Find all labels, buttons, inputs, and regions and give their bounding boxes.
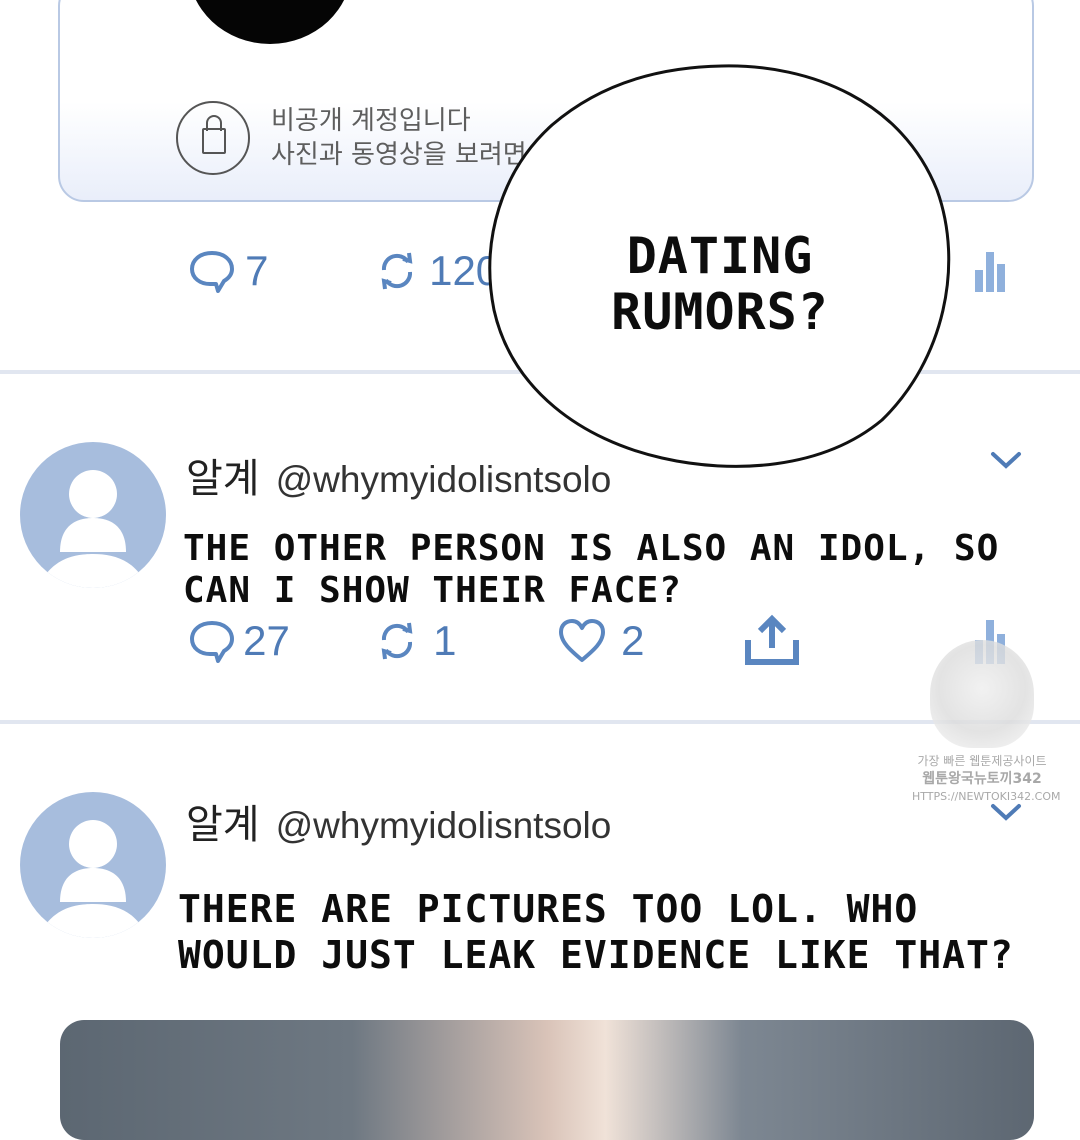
watermark-line3: HTTPS://NEWTOKI342.COM — [912, 790, 1061, 803]
watermark-mascot — [930, 640, 1034, 748]
reply-count: 7 — [245, 247, 269, 294]
bubble-line1: DATING — [626, 227, 814, 285]
tweet-divider — [0, 720, 1080, 724]
speech-bubble-text: DATING RUMORS? — [585, 228, 855, 340]
like-icon — [559, 619, 605, 662]
display-name: 알계 — [186, 802, 260, 848]
tweet-text-line2: WOULD JUST LEAK EVIDENCE LIKE THAT? — [178, 933, 1014, 977]
bubble-line2: RUMORS? — [611, 283, 829, 341]
share-icon — [745, 614, 799, 665]
tweet-author[interactable]: 알계 @whymyidolisntsolo — [186, 802, 611, 849]
tweet-text-line2: CAN I SHOW THEIR FACE? — [183, 570, 682, 611]
like-button[interactable]: 2 — [556, 616, 644, 666]
reply-button[interactable]: 27 — [188, 618, 290, 664]
retweet-icon — [381, 622, 413, 660]
reply-count: 27 — [243, 617, 290, 664]
watermark-line1: 가장 빠른 웹툰제공사이트 — [917, 754, 1047, 768]
avatar[interactable] — [20, 792, 166, 938]
lock-body — [202, 128, 226, 154]
watermark-line2: 웹툰왕국뉴토끼342 — [922, 771, 1042, 787]
tweet-text: THE OTHER PERSON IS ALSO AN IDOL, SO CAN… — [183, 528, 999, 612]
user-handle: @whymyidolisntsolo — [275, 805, 612, 846]
retweet-button[interactable]: 120 — [374, 248, 499, 294]
tweet-author[interactable]: 알계 @whymyidolisntsolo — [186, 456, 611, 503]
avatar[interactable] — [20, 442, 166, 588]
chevron-down-icon — [991, 452, 1021, 469]
analytics-icon[interactable] — [975, 248, 1005, 292]
share-button[interactable] — [744, 614, 800, 670]
tweet-text-line1: THERE ARE PICTURES TOO LOL. WHO — [178, 887, 919, 931]
tweet-text: THERE ARE PICTURES TOO LOL. WHO WOULD JU… — [178, 886, 1014, 978]
reply-icon — [190, 621, 234, 663]
reply-button[interactable]: 7 — [188, 248, 268, 294]
reply-icon — [190, 251, 234, 293]
default-avatar-icon — [38, 820, 148, 938]
user-handle: @whymyidolisntsolo — [275, 459, 612, 500]
display-name: 알계 — [186, 456, 260, 502]
tweet-menu-button[interactable] — [990, 448, 1022, 476]
retweet-icon — [381, 252, 413, 290]
tweet-text-line1: THE OTHER PERSON IS ALSO AN IDOL, SO — [183, 528, 1000, 569]
tweet-photo[interactable] — [60, 1020, 1034, 1140]
default-avatar-icon — [38, 470, 148, 588]
retweet-button[interactable]: 1 — [374, 618, 456, 664]
watermark: 가장 빠른 웹툰제공사이트 웹툰왕국뉴토끼342 HTTPS://NEWTOKI… — [912, 752, 1061, 806]
like-count: 2 — [621, 617, 645, 664]
retweet-count: 1 — [433, 617, 457, 664]
